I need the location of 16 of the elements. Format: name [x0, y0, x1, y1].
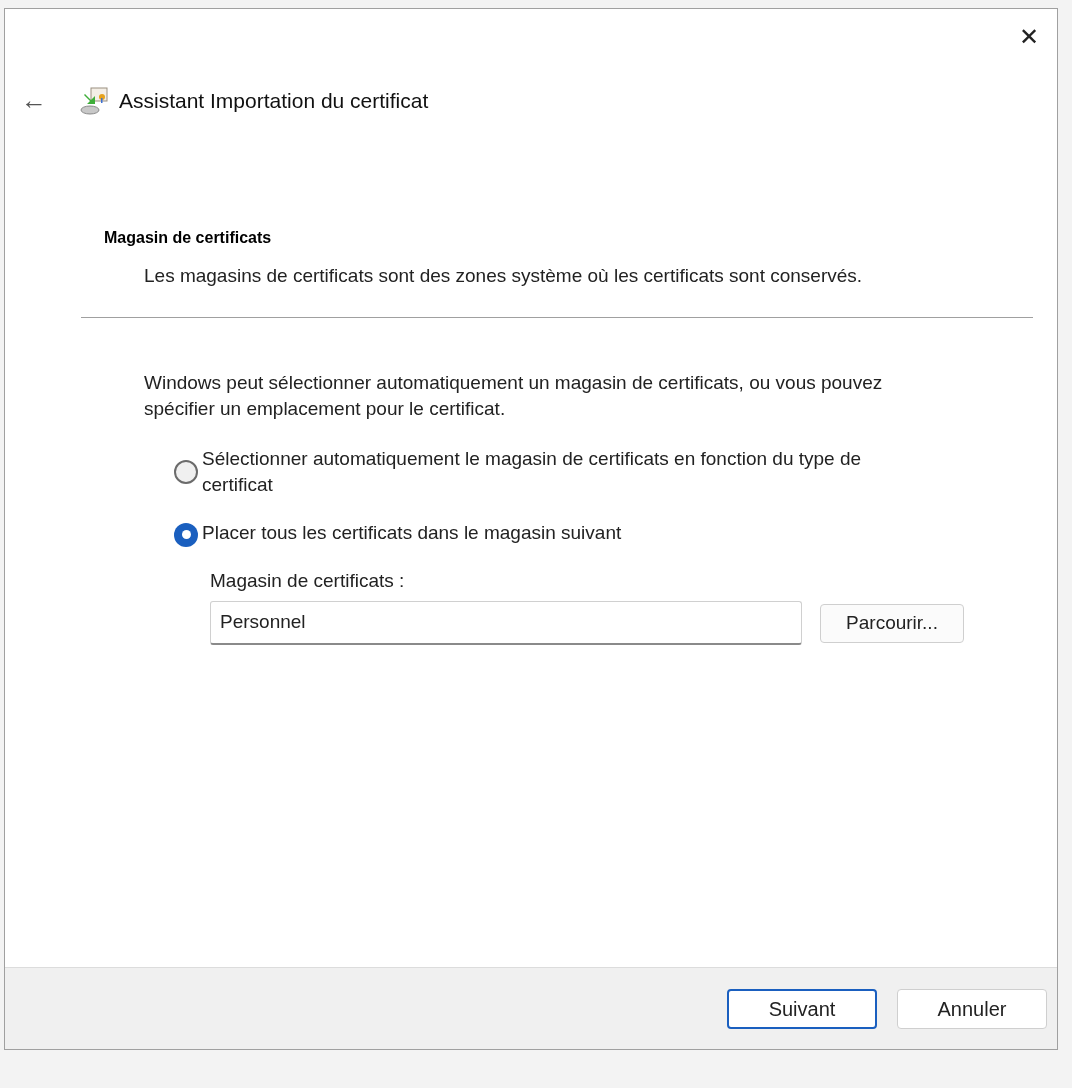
- store-input-field[interactable]: Personnel: [210, 601, 802, 645]
- dialog-button[interactable]: Suivant: [727, 988, 877, 1029]
- section-description: Les magasins de certificats sont des zones système où les certificats sont conservés.: [143, 264, 864, 288]
- close-button[interactable]: ✕: [1013, 21, 1045, 53]
- intro-text: Windows peut sélectionner automatiquement un magasin de certificats, ou vous pouvez spécifier un emplacement pour le certificat.: [144, 370, 884, 421]
- back-button[interactable]: ←: [21, 81, 53, 120]
- section-title: Magasin de certificats: [104, 228, 273, 248]
- certificate-icon: [79, 85, 109, 116]
- window-title: Assistant Importation du certificat: [119, 87, 429, 114]
- dialog-button[interactable]: Annuler: [897, 988, 1047, 1029]
- radio-label[interactable]: Sélectionner automatiquement le magasin de certificats en fonction du type de certificat: [202, 445, 902, 498]
- radio-label[interactable]: Placer tous les certificats dans le magasin suivant: [202, 519, 902, 546]
- radio-button[interactable]: [174, 522, 198, 547]
- radio-button[interactable]: [174, 459, 198, 484]
- field-label: Magasin de certificats :: [210, 568, 406, 593]
- browse-button[interactable]: Parcourir...: [820, 603, 964, 643]
